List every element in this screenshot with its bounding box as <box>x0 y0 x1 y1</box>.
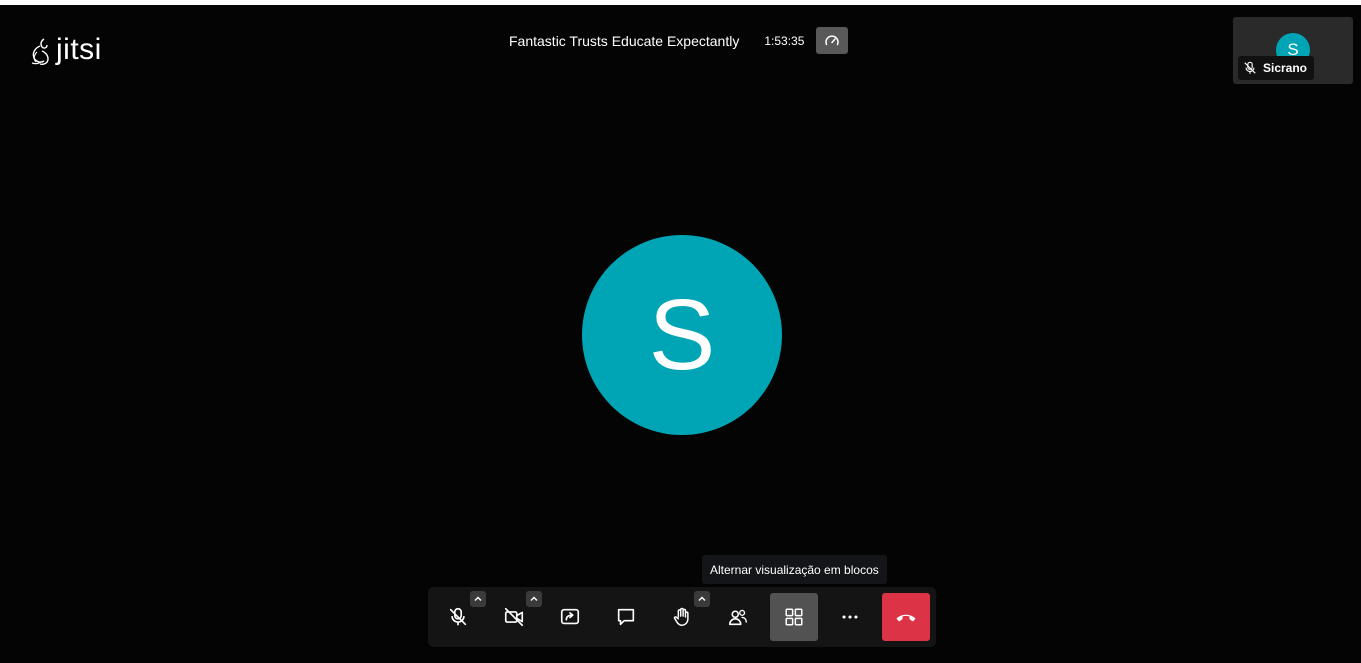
mic-off-icon <box>1244 61 1256 74</box>
subject-title: Fantastic Trusts Educate Expectantly <box>509 32 740 49</box>
conference-timer: 1:53:35 <box>764 33 805 48</box>
screen-share-icon <box>560 608 580 625</box>
top-border <box>0 0 1361 5</box>
hand-icon <box>673 607 689 626</box>
chevron-up-icon <box>698 596 706 601</box>
audio-settings-toggle[interactable] <box>470 591 486 607</box>
grid-icon <box>785 608 803 626</box>
tooltip-text: Alternar visualização em blocos <box>710 562 879 577</box>
toolbox <box>428 587 936 647</box>
participants-button[interactable] <box>714 593 762 641</box>
conference-subject: Fantastic Trusts Educate Expectantly 1:5… <box>496 27 849 54</box>
share-screen-button[interactable] <box>546 593 594 641</box>
chat-icon <box>617 608 635 626</box>
main-avatar-initial: S <box>648 279 716 391</box>
tile-view-tooltip: Alternar visualização em blocos <box>702 555 887 584</box>
chevron-up-icon <box>474 596 482 601</box>
participant-name: Sicrano <box>1263 61 1308 75</box>
camera-off-icon <box>504 607 524 627</box>
hangup-icon <box>896 614 916 622</box>
jitsi-watermark-icon <box>31 38 49 65</box>
video-settings-toggle[interactable] <box>526 591 542 607</box>
reactions-toggle[interactable] <box>694 591 710 607</box>
logo-text: jitsi <box>56 33 102 66</box>
more-icon <box>842 615 858 619</box>
chevron-up-icon <box>530 596 538 601</box>
participant-name-label: Sicrano <box>1238 56 1315 80</box>
participant-thumbnail[interactable]: S Sicrano <box>1233 17 1353 84</box>
gauge-icon <box>825 34 840 45</box>
main-participant-avatar: S <box>582 235 782 435</box>
more-actions-button[interactable] <box>826 593 874 641</box>
tile-view-button[interactable] <box>770 593 818 641</box>
connection-quality-button[interactable] <box>816 27 849 54</box>
participants-icon <box>728 609 747 626</box>
mic-off-icon <box>449 607 467 626</box>
hangup-button[interactable] <box>882 593 930 641</box>
jitsi-logo[interactable]: jitsi <box>30 33 102 68</box>
chat-button[interactable] <box>602 593 650 641</box>
